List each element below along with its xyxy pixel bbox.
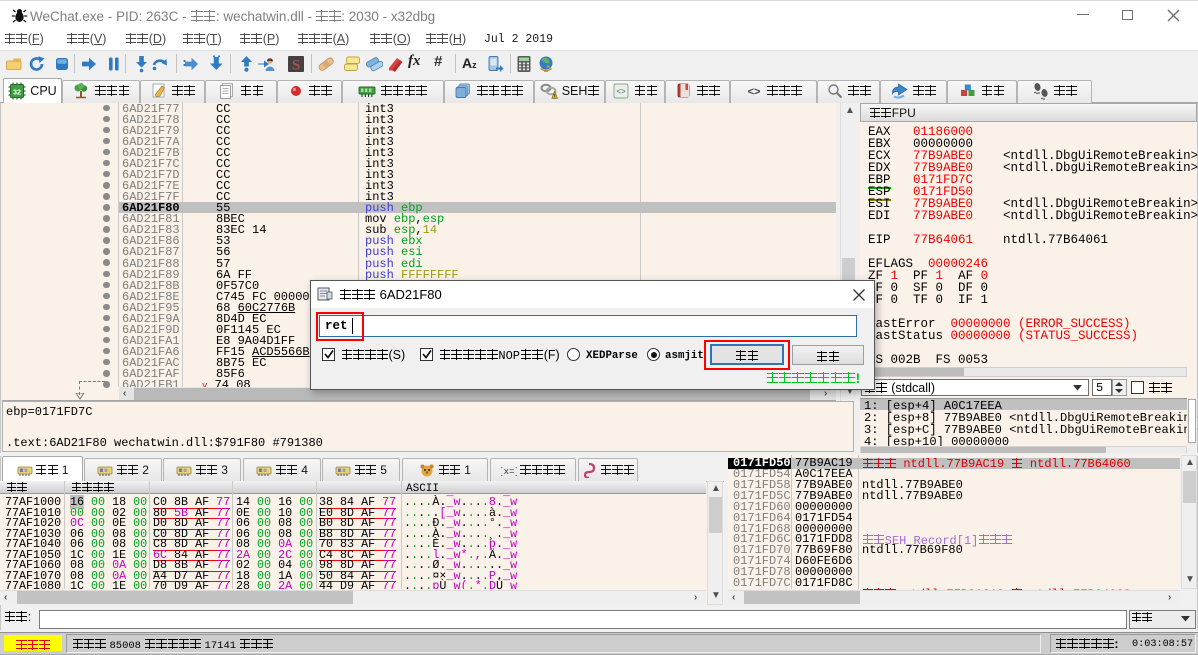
svg-text:[x=]: [x=]: [501, 467, 517, 477]
svg-text:!: !: [553, 93, 555, 100]
svg-text:<>: <>: [616, 87, 626, 96]
svg-text:32: 32: [13, 90, 21, 97]
svg-text:<>: <>: [747, 86, 760, 98]
svg-text:S: S: [292, 58, 300, 74]
